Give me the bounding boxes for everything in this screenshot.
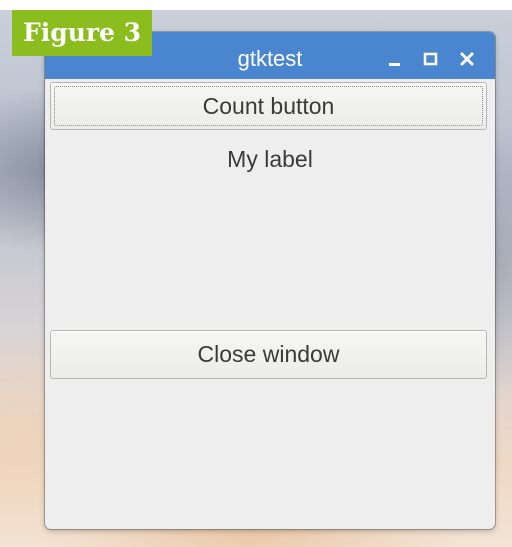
minimize-icon[interactable] [382,46,408,72]
app-window: gtktest Count button My label Close wind… [45,32,495,529]
figure-label: Figure 3 [12,10,153,56]
close-window-button[interactable]: Close window [50,330,487,379]
my-label: My label [227,146,313,172]
count-button[interactable]: Count button [50,82,487,130]
close-icon[interactable] [454,46,480,72]
maximize-icon[interactable] [417,46,443,72]
